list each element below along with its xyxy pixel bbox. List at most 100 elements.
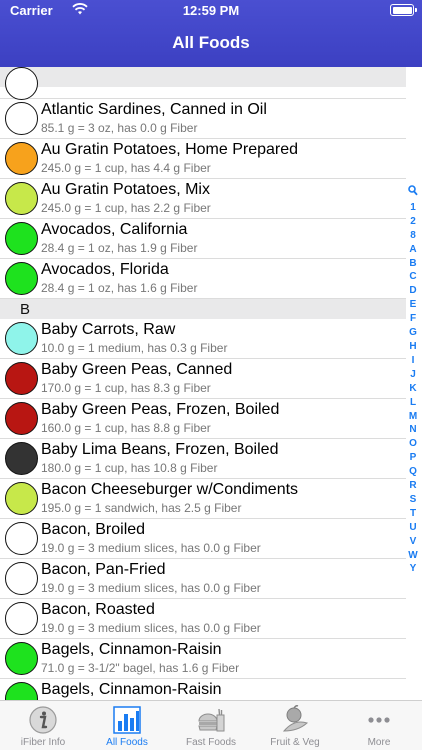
fast-food-icon — [196, 705, 226, 735]
food-detail: 195.0 g = 1 sandwich, has 2.5 g Fiber — [41, 501, 242, 515]
food-name: Bacon, Broiled — [41, 521, 146, 538]
fiber-level-indicator — [5, 67, 38, 100]
tab-label: iFiber Info — [20, 737, 66, 748]
food-name: Au Gratin Potatoes, Home Prepared — [41, 141, 299, 158]
index-letter[interactable]: M — [406, 410, 420, 424]
food-row[interactable] — [0, 67, 406, 100]
tab-fruit-veg[interactable]: Fruit & Veg — [253, 701, 337, 750]
food-detail: 180.0 g = 1 cup, has 10.8 g Fiber — [41, 461, 218, 475]
index-letter[interactable]: Y — [406, 562, 420, 576]
info-icon — [28, 705, 58, 735]
index-letter[interactable]: C — [406, 270, 420, 284]
food-name: Baby Green Peas, Frozen, Boiled — [41, 401, 280, 418]
index-letter[interactable]: G — [406, 326, 420, 340]
index-letter[interactable]: N — [406, 423, 420, 437]
index-letter[interactable]: B — [406, 257, 420, 271]
food-name: Baby Lima Beans, Frozen, Boiled — [41, 441, 279, 458]
food-row[interactable]: Au Gratin Potatoes, Mix 245.0 g = 1 cup, … — [0, 179, 406, 219]
index-letter[interactable]: T — [406, 507, 420, 521]
index-letter[interactable]: Q — [406, 465, 420, 479]
fiber-level-indicator — [5, 642, 38, 675]
food-name: Bacon Cheeseburger w/Condiments — [41, 481, 299, 498]
food-detail: 245.0 g = 1 cup, has 2.2 g Fiber — [41, 201, 211, 215]
food-detail: 85.1 g = 3 oz, has 0.0 g Fiber — [41, 121, 198, 135]
index-letter[interactable]: 2 — [406, 215, 420, 229]
food-detail: 19.0 g = 3 medium slices, has 0.0 g Fibe… — [41, 621, 261, 635]
page-title: All Foods — [172, 33, 250, 52]
food-row[interactable]: Avocados, California 28.4 g = 1 oz, has 1… — [0, 219, 406, 259]
food-row[interactable]: Baby Carrots, Raw 10.0 g = 1 medium, has … — [0, 319, 406, 359]
food-row[interactable]: Bacon, Roasted 19.0 g = 3 medium slices, … — [0, 599, 406, 639]
fiber-level-indicator — [5, 562, 38, 595]
battery-icon — [390, 4, 417, 16]
tab-ifiber-info[interactable]: iFiber Info — [1, 701, 85, 750]
food-row[interactable]: Avocados, Florida 28.4 g = 1 oz, has 1.6 … — [0, 259, 406, 299]
food-detail: 245.0 g = 1 cup, has 4.4 g Fiber — [41, 161, 211, 175]
food-row[interactable]: Au Gratin Potatoes, Home Prepared 245.0 g… — [0, 139, 406, 179]
index-letter[interactable]: S — [406, 493, 420, 507]
food-name: Baby Carrots, Raw — [41, 321, 176, 338]
tab-label: Fruit & Veg — [270, 737, 320, 748]
tab-all-foods[interactable]: All Foods — [85, 701, 169, 750]
food-row[interactable]: Baby Lima Beans, Frozen, Boiled 180.0 g =… — [0, 439, 406, 479]
navigation-bar: Carrier 12:59 PM All Foods — [0, 0, 422, 67]
fiber-level-indicator — [5, 222, 38, 255]
fiber-level-indicator — [5, 182, 38, 215]
fiber-level-indicator — [5, 522, 38, 555]
status-bar: Carrier 12:59 PM — [0, 0, 422, 22]
food-row[interactable]: Baby Green Peas, Frozen, Boiled 160.0 g =… — [0, 399, 406, 439]
index-letter[interactable]: 8 — [406, 229, 420, 243]
index-letter[interactable]: P — [406, 451, 420, 465]
food-row[interactable]: Baby Green Peas, Canned 170.0 g = 1 cup, … — [0, 359, 406, 399]
fiber-level-indicator — [5, 142, 38, 175]
index-letter[interactable]: I — [406, 354, 420, 368]
food-row[interactable]: Atlantic Sardines, Canned in Oil 85.1 g =… — [0, 99, 406, 139]
index-letter[interactable]: U — [406, 521, 420, 535]
food-row[interactable]: Bacon, Broiled 19.0 g = 3 medium slices, … — [0, 519, 406, 559]
food-name: Bacon, Roasted — [41, 601, 155, 618]
fiber-level-indicator — [5, 602, 38, 635]
index-letter[interactable]: J — [406, 368, 420, 382]
food-detail: 10.0 g = 1 medium, has 0.3 g Fiber — [41, 341, 228, 355]
food-detail: 28.4 g = 1 oz, has 1.6 g Fiber — [41, 281, 198, 295]
food-name: Avocados, California — [41, 221, 188, 238]
fiber-level-indicator — [5, 482, 38, 515]
food-detail: 19.0 g = 3 medium slices, has 0.0 g Fibe… — [41, 541, 261, 555]
food-row[interactable]: Bacon, Pan-Fried 19.0 g = 3 medium slices… — [0, 559, 406, 599]
section-header: A — [0, 67, 406, 87]
index-letter[interactable]: K — [406, 382, 420, 396]
food-row[interactable]: Bacon Cheeseburger w/Condiments 195.0 g =… — [0, 479, 406, 519]
index-letter[interactable]: D — [406, 284, 420, 298]
index-letter[interactable]: V — [406, 535, 420, 549]
tab-label: All Foods — [106, 737, 148, 748]
fiber-level-indicator — [5, 102, 38, 135]
index-letter[interactable]: O — [406, 437, 420, 451]
tab-more[interactable]: More — [337, 701, 421, 750]
more-icon — [364, 705, 394, 735]
section-index[interactable]: 128ABCDEFGHIJKLMNOPQRSTUVWY — [406, 185, 420, 576]
index-search-icon[interactable] — [406, 185, 420, 201]
food-detail: 160.0 g = 1 cup, has 8.8 g Fiber — [41, 421, 211, 435]
fruit-veg-icon — [280, 705, 310, 735]
index-letter[interactable]: F — [406, 312, 420, 326]
tab-label: More — [367, 737, 391, 748]
index-letter[interactable]: R — [406, 479, 420, 493]
index-letter[interactable]: E — [406, 298, 420, 312]
index-letter[interactable]: A — [406, 243, 420, 257]
index-letter[interactable]: L — [406, 396, 420, 410]
clock: 12:59 PM — [182, 3, 240, 18]
food-row[interactable]: Bagels, Cinnamon-Raisin 71.0 g = 3-1/2" b… — [0, 639, 406, 679]
food-row[interactable]: Bagels, Cinnamon-Raisin — [0, 679, 406, 700]
food-name: Bagels, Cinnamon-Raisin — [41, 681, 222, 698]
fiber-level-indicator — [5, 402, 38, 435]
index-letter[interactable]: 1 — [406, 201, 420, 215]
food-name: Baby Green Peas, Canned — [41, 361, 233, 378]
fiber-level-indicator — [5, 262, 38, 295]
index-letter[interactable]: H — [406, 340, 420, 354]
index-letter[interactable]: W — [406, 549, 420, 563]
food-name: Atlantic Sardines, Canned in Oil — [41, 101, 267, 118]
fiber-level-indicator — [5, 322, 38, 355]
tab-fast-foods[interactable]: Fast Foods — [169, 701, 253, 750]
tab-label: Fast Foods — [185, 737, 237, 748]
food-list[interactable]: A Atlantic Sardines, Canned in Oil 85.1 g … — [0, 67, 406, 700]
